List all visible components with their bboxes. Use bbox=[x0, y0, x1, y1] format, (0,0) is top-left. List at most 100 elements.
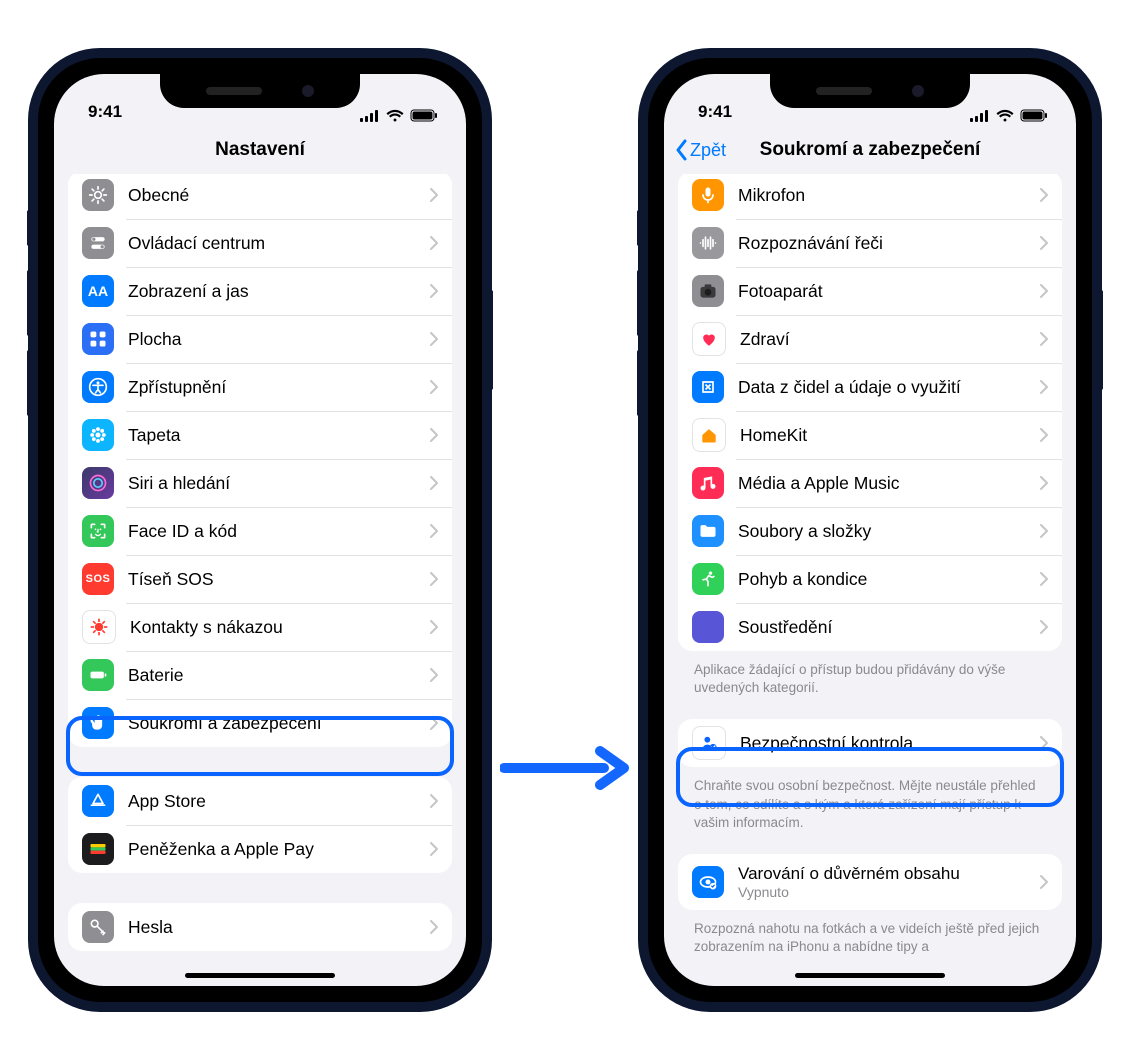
settings-group: Bezpečnostní kontrola bbox=[678, 719, 1062, 767]
status-icons bbox=[360, 109, 438, 122]
chevron-right-icon bbox=[1040, 284, 1048, 298]
row-speech[interactable]: Rozpoznávání řeči bbox=[678, 219, 1062, 267]
chevron-right-icon bbox=[430, 332, 438, 346]
chevron-right-icon bbox=[430, 524, 438, 538]
chevron-right-icon bbox=[430, 188, 438, 202]
wallet-icon bbox=[82, 833, 114, 865]
row-safety-check[interactable]: Bezpečnostní kontrola bbox=[678, 719, 1062, 767]
row-label: Baterie bbox=[128, 665, 430, 686]
phone-left: 9:41 Nastavení ObecnéOvládací centrumAAZ… bbox=[30, 50, 490, 1010]
appstore-icon bbox=[82, 785, 114, 817]
sensor-icon bbox=[692, 371, 724, 403]
row-sensor[interactable]: Data z čidel a údaje o využití bbox=[678, 363, 1062, 411]
screen-right: 9:41 Zpět Soukromí a zabezpečení M bbox=[664, 74, 1076, 986]
row-label: Zobrazení a jas bbox=[128, 281, 430, 302]
chevron-right-icon bbox=[1040, 524, 1048, 538]
wifi-icon bbox=[996, 109, 1014, 122]
row-home-screen[interactable]: Plocha bbox=[68, 315, 452, 363]
wallpaper-icon bbox=[82, 419, 114, 451]
camera-icon bbox=[692, 275, 724, 307]
exposure-icon bbox=[82, 610, 116, 644]
nav-bar-right: Zpět Soukromí a zabezpečení bbox=[664, 124, 1076, 177]
row-health[interactable]: Zdraví bbox=[678, 315, 1062, 363]
row-label: Zdraví bbox=[740, 329, 1040, 350]
row-homekit[interactable]: HomeKit bbox=[678, 411, 1062, 459]
chevron-right-icon bbox=[1040, 428, 1048, 442]
row-passwords[interactable]: Hesla bbox=[68, 903, 452, 951]
row-sensitive[interactable]: Varování o důvěrném obsahuVypnuto bbox=[678, 854, 1062, 910]
chevron-right-icon bbox=[1040, 332, 1048, 346]
row-label: Data z čidel a údaje o využití bbox=[738, 377, 1040, 398]
row-appstore[interactable]: App Store bbox=[68, 777, 452, 825]
row-privacy[interactable]: Soukromí a zabezpečení bbox=[68, 699, 452, 747]
row-label: Kontakty s nákazou bbox=[130, 617, 430, 638]
row-label: Zpřístupnění bbox=[128, 377, 430, 398]
row-siri[interactable]: Siri a hledání bbox=[68, 459, 452, 507]
row-sos[interactable]: SOS Tíseň SOS bbox=[68, 555, 452, 603]
row-wallpaper[interactable]: Tapeta bbox=[68, 411, 452, 459]
microphone-icon bbox=[692, 179, 724, 211]
comparison-stage: 9:41 Nastavení Obecné Ovládací centrum AA Z… bbox=[0, 0, 1131, 1045]
row-motion[interactable]: Pohyb a kondice bbox=[678, 555, 1062, 603]
group-footer: Chraňte svou osobní bezpečnost. Mějte ne… bbox=[694, 777, 1046, 832]
chevron-right-icon bbox=[1040, 875, 1048, 889]
home-indicator bbox=[185, 973, 335, 978]
row-battery[interactable]: Baterie bbox=[68, 651, 452, 699]
row-general[interactable]: Obecné bbox=[68, 174, 452, 219]
row-camera[interactable]: Fotoaparát bbox=[678, 267, 1062, 315]
wifi-icon bbox=[386, 109, 404, 122]
focus-icon bbox=[692, 611, 724, 643]
row-accessibility[interactable]: Zpřístupnění bbox=[68, 363, 452, 411]
status-icons bbox=[970, 109, 1048, 122]
siri-icon bbox=[82, 467, 114, 499]
sos-icon: SOS bbox=[82, 563, 114, 595]
group-footer: Rozpozná nahotu na fotkách a ve videích … bbox=[694, 920, 1046, 956]
row-focus[interactable]: Soustředění bbox=[678, 603, 1062, 651]
row-display[interactable]: AA Zobrazení a jas bbox=[68, 267, 452, 315]
row-media[interactable]: Média a Apple Music bbox=[678, 459, 1062, 507]
row-exposure[interactable]: Kontakty s nákazou bbox=[68, 603, 452, 651]
row-label: Soustředění bbox=[738, 617, 1040, 638]
chevron-right-icon bbox=[1040, 236, 1048, 250]
row-files[interactable]: Soubory a složky bbox=[678, 507, 1062, 555]
notch bbox=[770, 74, 970, 108]
back-button[interactable]: Zpět bbox=[674, 124, 726, 176]
row-label: Obecné bbox=[128, 185, 430, 206]
files-icon bbox=[692, 515, 724, 547]
row-control-center[interactable]: Ovládací centrum bbox=[68, 219, 452, 267]
nav-bar-left: Nastavení bbox=[54, 124, 466, 177]
row-wallet[interactable]: Peněženka a Apple Pay bbox=[68, 825, 452, 873]
motion-icon bbox=[692, 563, 724, 595]
row-label: Peněženka a Apple Pay bbox=[128, 839, 430, 860]
home-screen-icon bbox=[82, 323, 114, 355]
row-label: Hesla bbox=[128, 917, 430, 938]
accessibility-icon bbox=[82, 371, 114, 403]
phone-right: 9:41 Zpět Soukromí a zabezpečení M bbox=[640, 50, 1100, 1010]
row-label: Fotoaparát bbox=[738, 281, 1040, 302]
chevron-right-icon bbox=[430, 842, 438, 856]
settings-group: Varování o důvěrném obsahuVypnuto bbox=[678, 854, 1062, 910]
chevron-right-icon bbox=[430, 572, 438, 586]
chevron-right-icon bbox=[430, 476, 438, 490]
safety-check-icon bbox=[692, 726, 726, 760]
chevron-right-icon bbox=[430, 284, 438, 298]
row-label: Soubory a složky bbox=[738, 521, 1040, 542]
row-label: Tíseň SOS bbox=[128, 569, 430, 590]
row-faceid[interactable]: Face ID a kód bbox=[68, 507, 452, 555]
chevron-right-icon bbox=[1040, 736, 1048, 750]
status-time: 9:41 bbox=[698, 102, 732, 122]
settings-group: Hesla bbox=[68, 903, 452, 951]
screen-left: 9:41 Nastavení ObecnéOvládací centrumAAZ… bbox=[54, 74, 466, 986]
chevron-right-icon bbox=[430, 380, 438, 394]
display-icon: AA bbox=[82, 275, 114, 307]
chevron-right-icon bbox=[430, 428, 438, 442]
settings-group: Obecné Ovládací centrum AA Zobrazení a jas P… bbox=[68, 174, 452, 747]
chevron-right-icon bbox=[430, 794, 438, 808]
media-icon bbox=[692, 467, 724, 499]
row-microphone[interactable]: Mikrofon bbox=[678, 174, 1062, 219]
chevron-right-icon bbox=[430, 620, 438, 634]
row-label: Mikrofon bbox=[738, 185, 1040, 206]
row-label: Média a Apple Music bbox=[738, 473, 1040, 494]
row-sublabel: Vypnuto bbox=[738, 884, 1040, 900]
battery-icon bbox=[82, 659, 114, 691]
